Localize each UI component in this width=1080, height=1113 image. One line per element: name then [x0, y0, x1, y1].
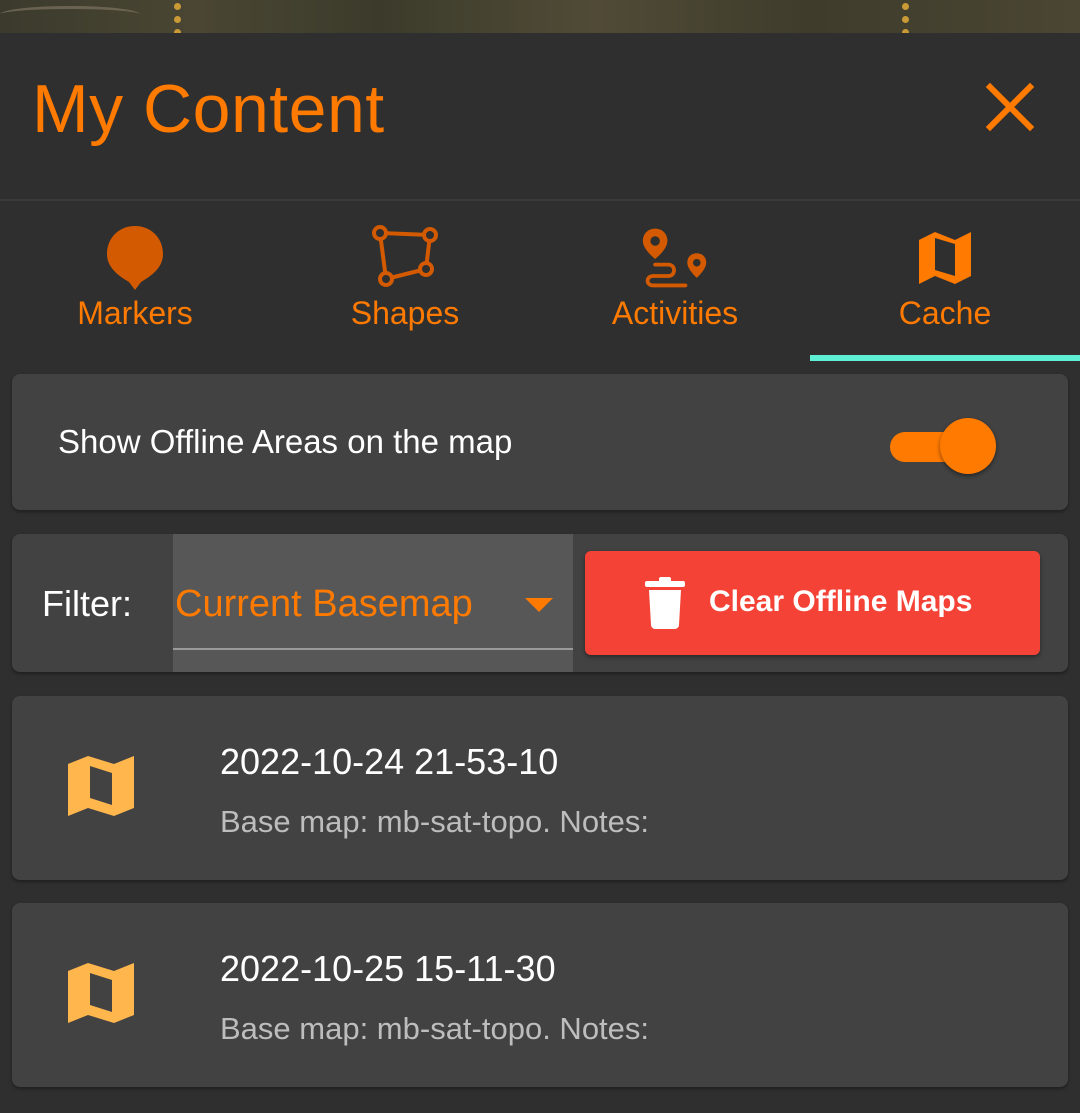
- switch-knob: [940, 418, 996, 474]
- tab-label: Markers: [77, 295, 193, 331]
- clear-offline-maps-button[interactable]: Clear Offline Maps: [585, 551, 1040, 655]
- panel-header: My Content: [0, 33, 1080, 201]
- polyline-icon: [370, 223, 440, 293]
- tab-activities[interactable]: Activities: [540, 201, 810, 361]
- clear-button-label: Clear Offline Maps: [709, 585, 973, 618]
- map-icon: [910, 223, 980, 293]
- toggle-label: Show Offline Areas on the map: [58, 423, 513, 460]
- basemap-filter-select[interactable]: Current Basemap: [173, 534, 573, 672]
- close-button[interactable]: [980, 77, 1040, 137]
- trash-icon: [645, 577, 685, 629]
- filter-selected-value: Current Basemap: [175, 583, 473, 625]
- tab-label: Shapes: [350, 295, 460, 331]
- page-title: My Content: [32, 71, 385, 147]
- tab-markers[interactable]: Markers: [0, 201, 270, 361]
- select-underline: [173, 648, 573, 650]
- close-icon: [985, 82, 1035, 132]
- map-icon: [68, 756, 134, 816]
- offline-map-item[interactable]: 2022-10-24 21-53-10 Base map: mb-sat-top…: [12, 696, 1068, 880]
- map-icon: [68, 963, 134, 1023]
- content-tabs: Markers Shapes Activities Cache: [0, 201, 1080, 361]
- offline-map-subtitle: Base map: mb-sat-topo. Notes:: [220, 804, 650, 839]
- map-pin-icon: [100, 223, 170, 293]
- offline-map-title: 2022-10-25 15-11-30: [220, 948, 556, 989]
- tab-shapes[interactable]: Shapes: [270, 201, 540, 361]
- caret-down-icon: [525, 598, 553, 612]
- offline-areas-switch[interactable]: [890, 418, 998, 474]
- filter-row: Filter: Current Basemap Clear Offline Ma…: [12, 534, 1068, 672]
- offline-map-title: 2022-10-24 21-53-10: [220, 741, 559, 782]
- map-background: [0, 0, 1080, 33]
- tab-label: Cache: [898, 295, 992, 331]
- offline-areas-toggle-row: Show Offline Areas on the map: [12, 374, 1068, 510]
- my-content-panel: My Content Markers Shapes Activities Cac…: [0, 33, 1080, 1113]
- active-tab-indicator: [810, 355, 1080, 361]
- filter-label: Filter:: [42, 583, 132, 624]
- route-icon: [640, 223, 710, 293]
- tab-cache[interactable]: Cache: [810, 201, 1080, 361]
- offline-map-subtitle: Base map: mb-sat-topo. Notes:: [220, 1011, 650, 1046]
- map-trail: [174, 0, 182, 33]
- map-trail: [902, 0, 910, 33]
- map-road: [0, 6, 140, 23]
- offline-map-item[interactable]: 2022-10-25 15-11-30 Base map: mb-sat-top…: [12, 903, 1068, 1087]
- tab-label: Activities: [611, 295, 739, 331]
